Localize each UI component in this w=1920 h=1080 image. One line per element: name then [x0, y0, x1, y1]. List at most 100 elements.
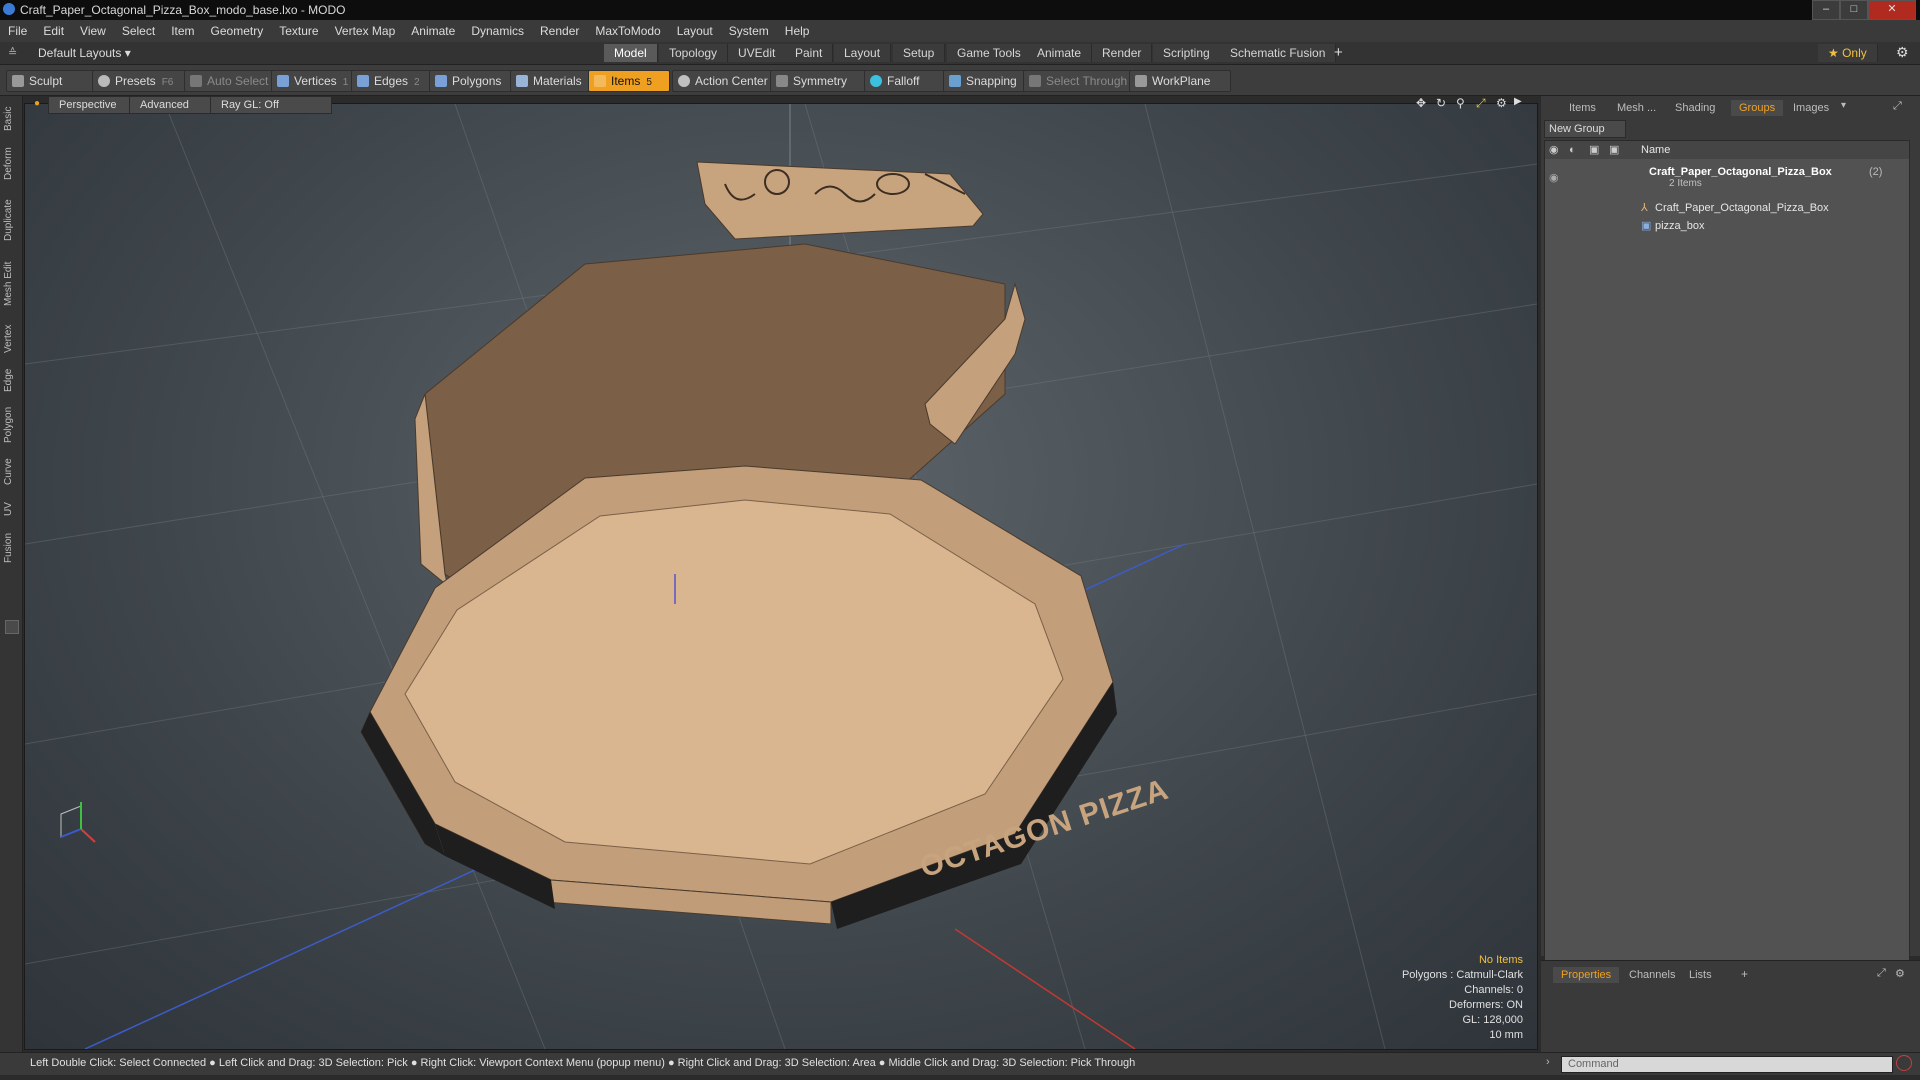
viewport-menu-icon[interactable]: ●	[34, 98, 40, 109]
close-button[interactable]: ✕	[1868, 0, 1916, 20]
only-toggle[interactable]: ★ Only	[1818, 44, 1878, 62]
tab-images[interactable]: Images	[1785, 100, 1837, 116]
menu-dynamics[interactable]: Dynamics	[463, 20, 532, 42]
menu-vertex-map[interactable]: Vertex Map	[327, 20, 404, 42]
falloff-button[interactable]: Falloff	[864, 70, 950, 92]
3d-viewport[interactable]: OCTAGON PIZZA No Items Polygons : Catmul…	[24, 103, 1538, 1050]
menu-help[interactable]: Help	[777, 20, 818, 42]
tab-edge[interactable]: Edge	[3, 364, 19, 396]
visibility-column-icon[interactable]: ◉	[1549, 141, 1559, 159]
new-group-button[interactable]: New Group	[1544, 120, 1626, 138]
tab-scripting[interactable]: Scripting	[1153, 44, 1221, 62]
vertices-icon	[277, 75, 289, 87]
record-icon[interactable]	[1896, 1055, 1912, 1071]
tree-item[interactable]: ▣ pizza_box	[1545, 217, 1909, 235]
menu-maxtomodo[interactable]: MaxToModo	[587, 20, 668, 42]
edges-button[interactable]: Edges 2	[351, 70, 441, 92]
tab-duplicate[interactable]: Duplicate	[3, 194, 19, 246]
pan-icon[interactable]: ✥	[1416, 96, 1426, 110]
properties-panel: Properties Channels Lists + ⤢ ⚙	[1541, 960, 1920, 1053]
presets-button[interactable]: Presets F6	[92, 70, 188, 92]
menu-file[interactable]: File	[0, 20, 35, 42]
items-button[interactable]: Items 5	[588, 70, 670, 92]
tab-mesh-edit[interactable]: Mesh Edit	[3, 256, 19, 312]
tab-render[interactable]: Render	[1092, 44, 1153, 62]
tab-setup[interactable]: Setup	[893, 44, 946, 62]
expand-toggle-button[interactable]	[5, 620, 19, 634]
menu-item[interactable]: Item	[163, 20, 202, 42]
tab-uv[interactable]: UV	[3, 498, 19, 520]
zoom-icon[interactable]: ⚲	[1456, 96, 1465, 110]
group-visibility-icon[interactable]: ◉	[1549, 169, 1559, 187]
panel-settings-icon[interactable]: ⚙	[1895, 967, 1905, 980]
shading-mode-button[interactable]: Advanced	[129, 96, 217, 114]
tab-shading[interactable]: Shading	[1667, 100, 1723, 116]
tab-schematic-fusion[interactable]: Schematic Fusion	[1220, 44, 1337, 62]
lock-column-icon[interactable]: ▣	[1589, 141, 1599, 159]
menu-view[interactable]: View	[72, 20, 114, 42]
polygons-icon	[435, 75, 447, 87]
fit-icon[interactable]: ⤢	[1476, 96, 1486, 111]
menu-geometry[interactable]: Geometry	[203, 20, 272, 42]
minimize-button[interactable]: –	[1812, 0, 1840, 20]
group-row[interactable]: ◉ Craft_Paper_Octagonal_Pizza_Box (2) 2 …	[1545, 163, 1909, 193]
symmetry-button[interactable]: Symmetry	[770, 70, 872, 92]
add-layout-button[interactable]: +	[1334, 44, 1343, 61]
modo-logo-icon	[3, 3, 15, 15]
select-column-icon[interactable]: ▣	[1609, 141, 1619, 159]
menu-system[interactable]: System	[721, 20, 777, 42]
raygl-button[interactable]: Ray GL: Off	[210, 96, 332, 114]
default-layouts-dropdown[interactable]: Default Layouts ▾	[38, 46, 131, 60]
axis-gizmo	[60, 802, 96, 843]
tab-basic[interactable]: Basic	[3, 104, 19, 134]
menu-layout[interactable]: Layout	[669, 20, 721, 42]
tab-lists[interactable]: Lists	[1681, 967, 1720, 983]
panel-expand-icon[interactable]: ⤢	[1893, 100, 1902, 113]
menu-select[interactable]: Select	[114, 20, 163, 42]
tab-polygon[interactable]: Polygon	[3, 402, 19, 448]
tab-properties[interactable]: Properties	[1553, 967, 1620, 983]
tab-topology[interactable]: Topology	[659, 44, 729, 62]
viewport-header: ● Perspective Advanced Ray GL: Off ✥ ↻ ⚲…	[24, 96, 1536, 114]
tab-layout[interactable]: Layout	[834, 44, 892, 62]
tree-item[interactable]: ⅄ Craft_Paper_Octagonal_Pizza_Box	[1545, 199, 1909, 217]
viewport-info: No Items Polygons : Catmull-Clark Channe…	[1402, 953, 1523, 1043]
viewport-expand-icon[interactable]: ▶	[1514, 96, 1522, 107]
rotate-icon[interactable]: ↻	[1436, 96, 1446, 110]
tab-groups[interactable]: Groups	[1731, 100, 1784, 116]
menu-edit[interactable]: Edit	[35, 20, 72, 42]
tab-vertex[interactable]: Vertex	[3, 320, 19, 358]
render-column-icon[interactable]: ◐	[1569, 141, 1576, 159]
gear-icon[interactable]: ⚙	[1896, 44, 1909, 61]
name-column-header[interactable]: Name	[1641, 141, 1670, 159]
action-center-button[interactable]: Action Center	[672, 70, 786, 92]
tab-deform[interactable]: Deform	[3, 144, 19, 184]
tab-paint[interactable]: Paint	[785, 44, 834, 62]
menu-animate[interactable]: Animate	[403, 20, 463, 42]
panel-expand-icon[interactable]: ⤢	[1877, 967, 1886, 980]
auto-select-button[interactable]: Auto Select	[184, 70, 284, 92]
tab-channels[interactable]: Channels	[1621, 967, 1683, 983]
tab-mesh[interactable]: Mesh ...	[1609, 100, 1664, 116]
menu-texture[interactable]: Texture	[271, 20, 326, 42]
menu-render[interactable]: Render	[532, 20, 587, 42]
mesh-icon: ▣	[1641, 220, 1652, 232]
add-tab-button[interactable]: +	[1741, 967, 1748, 981]
tab-items[interactable]: Items	[1561, 100, 1604, 116]
auto-select-icon	[190, 75, 202, 87]
tabs-dropdown-icon[interactable]: ▾	[1841, 100, 1846, 111]
view-type-button[interactable]: Perspective	[48, 96, 136, 114]
tab-fusion[interactable]: Fusion	[3, 528, 19, 568]
tab-animate[interactable]: Animate	[1027, 44, 1093, 62]
command-input[interactable]: Command	[1561, 1056, 1893, 1073]
tab-uvedit[interactable]: UVEdit	[728, 44, 787, 62]
collapse-icon[interactable]: ≙	[8, 46, 17, 59]
select-through-button[interactable]: Select Through	[1023, 70, 1140, 92]
viewport-settings-icon[interactable]: ⚙	[1496, 96, 1507, 110]
maximize-button[interactable]: □	[1840, 0, 1868, 20]
tab-curve[interactable]: Curve	[3, 454, 19, 490]
sculpt-button[interactable]: Sculpt	[6, 70, 96, 92]
tab-model[interactable]: Model	[604, 44, 658, 62]
tab-game-tools[interactable]: Game Tools	[947, 44, 1032, 62]
workplane-button[interactable]: WorkPlane	[1129, 70, 1231, 92]
